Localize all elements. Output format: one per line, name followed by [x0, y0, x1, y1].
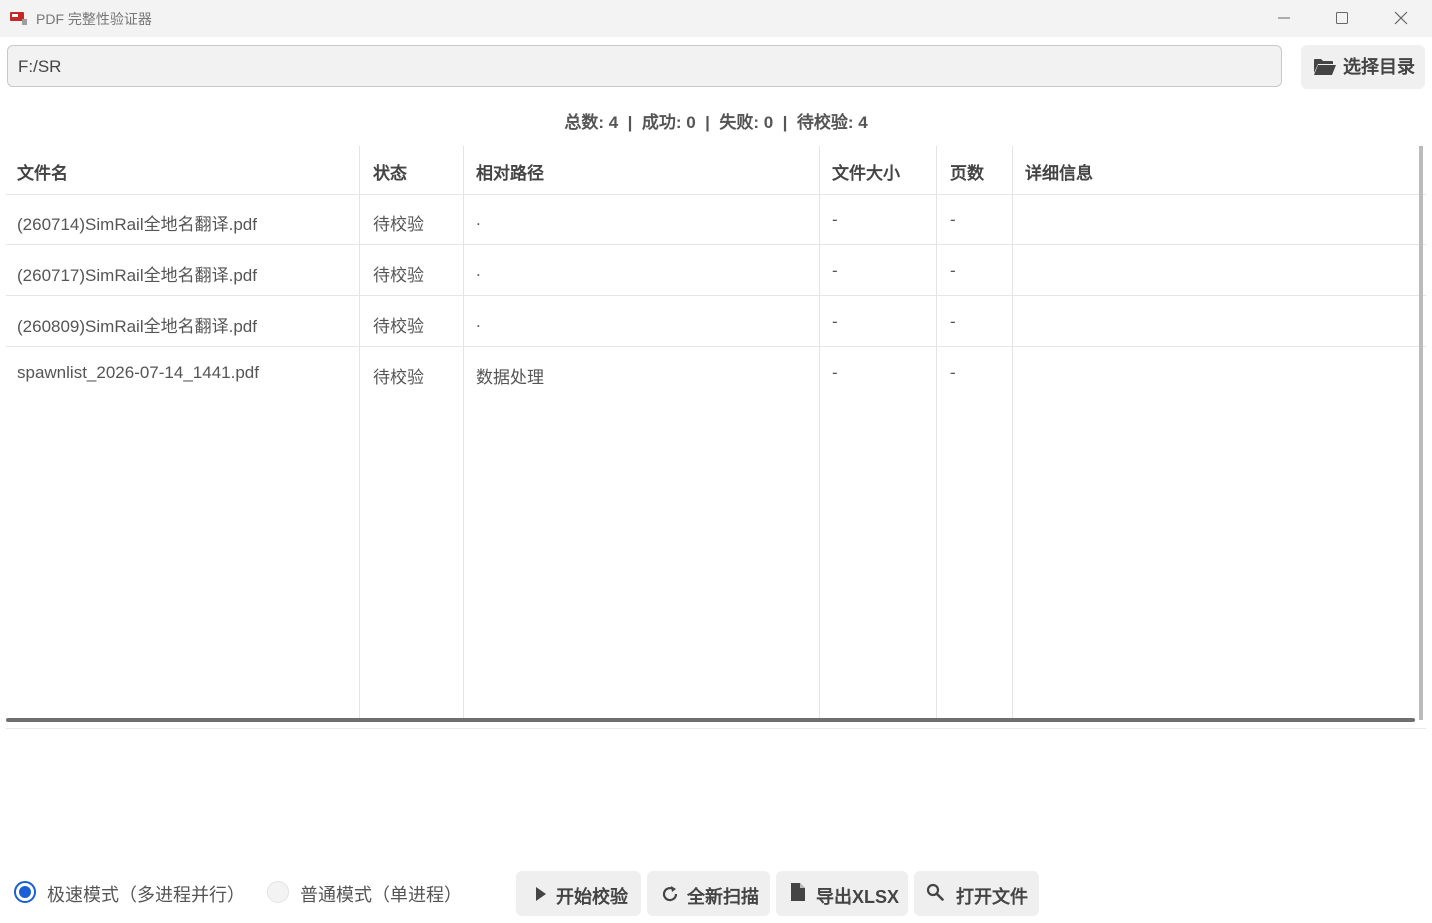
export-xlsx-label: 导出XLSX: [816, 887, 900, 907]
search-icon: [926, 883, 944, 901]
table-row-pages[interactable]: -: [950, 312, 956, 332]
table-row-status[interactable]: 待校验: [373, 312, 424, 337]
stat-separator: |: [695, 113, 720, 132]
table-row-filename[interactable]: (260714)SimRail全地名翻译.pdf: [17, 210, 257, 235]
stat-success: 成功: 0: [641, 113, 696, 132]
stat-fail: 失败: 0: [719, 113, 774, 132]
column-divider: [936, 146, 937, 720]
table-row-path[interactable]: .: [476, 261, 481, 281]
row-divider: [6, 346, 1426, 347]
play-icon: [536, 887, 546, 901]
stat-separator: |: [618, 113, 642, 132]
table-row-status[interactable]: 待校验: [373, 363, 424, 388]
horizontal-scrollbar[interactable]: [6, 718, 1415, 722]
stat-total: 总数: 4: [564, 113, 619, 132]
maximize-icon: [1336, 12, 1348, 24]
column-header-details[interactable]: 详细信息: [1025, 159, 1093, 184]
fast-mode-label[interactable]: 极速模式（多进程并行）: [47, 881, 245, 907]
stats-summary: 总数: 4 | 成功: 0 | 失败: 0 | 待校验: 4: [0, 108, 1432, 133]
divider: [6, 728, 1426, 729]
column-header-filename[interactable]: 文件名: [17, 159, 68, 184]
column-header-pages[interactable]: 页数: [950, 159, 984, 184]
refresh-icon: [662, 886, 678, 902]
table-row-path[interactable]: .: [476, 210, 481, 230]
window-title: PDF 完整性验证器: [36, 11, 152, 27]
folder-open-icon: [1314, 59, 1336, 75]
table-row-size[interactable]: -: [832, 363, 838, 383]
export-xlsx-button[interactable]: 导出XLSX: [776, 871, 908, 916]
table-row-size[interactable]: -: [832, 261, 838, 281]
table-row-pages[interactable]: -: [950, 261, 956, 281]
open-file-label: 打开文件: [956, 887, 1028, 907]
rescan-label: 全新扫描: [687, 887, 759, 907]
table-row-pages[interactable]: -: [950, 363, 956, 383]
row-divider: [6, 295, 1426, 296]
choose-directory-label: 选择目录: [1343, 57, 1415, 77]
normal-mode-label[interactable]: 普通模式（单进程）: [300, 881, 462, 907]
table-row-status[interactable]: 待校验: [373, 261, 424, 286]
column-divider: [463, 146, 464, 720]
column-header-relative-path[interactable]: 相对路径: [476, 159, 544, 184]
table-row-size[interactable]: -: [832, 210, 838, 230]
column-divider: [359, 146, 360, 720]
column-divider: [1012, 146, 1013, 720]
file-table: 文件名 状态 相对路径 文件大小 页数 详细信息 (260714)SimRail…: [6, 146, 1426, 720]
start-verify-button[interactable]: 开始校验: [516, 871, 641, 916]
vertical-scrollbar[interactable]: [1419, 146, 1423, 720]
close-icon: [1394, 11, 1408, 25]
choose-directory-button[interactable]: 选择目录: [1301, 45, 1425, 89]
table-row-path[interactable]: .: [476, 312, 481, 332]
close-button[interactable]: [1372, 0, 1430, 37]
column-header-status[interactable]: 状态: [373, 159, 407, 184]
table-row-size[interactable]: -: [832, 312, 838, 332]
rescan-button[interactable]: 全新扫描: [647, 871, 770, 916]
table-row-filename[interactable]: (260809)SimRail全地名翻译.pdf: [17, 312, 257, 337]
maximize-button[interactable]: [1313, 0, 1371, 37]
title-bar: PDF 完整性验证器: [0, 0, 1432, 37]
normal-mode-radio[interactable]: [267, 881, 289, 903]
table-row-filename[interactable]: (260717)SimRail全地名翻译.pdf: [17, 261, 257, 286]
table-row-path[interactable]: 数据处理: [476, 363, 544, 388]
row-divider: [6, 244, 1426, 245]
stat-separator: |: [773, 113, 797, 132]
file-icon: [791, 883, 805, 901]
column-header-file-size[interactable]: 文件大小: [832, 159, 900, 184]
minimize-icon: [1278, 17, 1290, 19]
start-verify-label: 开始校验: [556, 887, 628, 907]
row-divider: [6, 194, 1426, 195]
stat-pending: 待校验: 4: [796, 113, 868, 132]
open-file-button[interactable]: 打开文件: [914, 871, 1039, 916]
table-row-filename[interactable]: spawnlist_2026-07-14_1441.pdf: [17, 363, 259, 383]
table-row-pages[interactable]: -: [950, 210, 956, 230]
minimize-button[interactable]: [1255, 0, 1313, 37]
table-row-status[interactable]: 待校验: [373, 210, 424, 235]
directory-path-input[interactable]: F:/SR: [7, 45, 1282, 87]
app-icon: [10, 12, 27, 25]
column-divider: [819, 146, 820, 720]
fast-mode-radio[interactable]: [14, 881, 36, 903]
